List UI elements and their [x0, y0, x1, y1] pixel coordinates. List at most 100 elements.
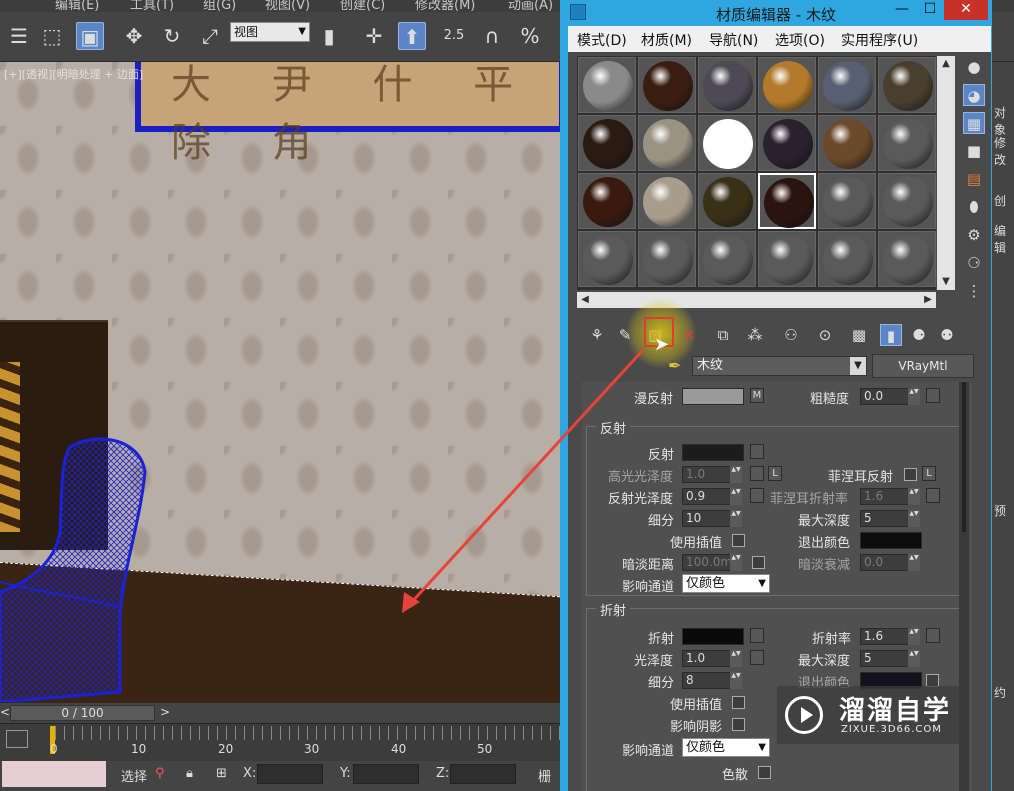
material-sample-slot[interactable] — [578, 115, 636, 171]
fresnel-ior-map-button[interactable] — [926, 488, 940, 503]
put-to-library-icon[interactable]: ⚇ — [780, 324, 802, 346]
move-icon[interactable]: ✥ — [120, 22, 148, 50]
refract-gloss-map-button[interactable] — [750, 650, 764, 665]
diffuse-color-swatch[interactable] — [682, 388, 744, 405]
menu-navigation[interactable]: 导航(N) — [709, 30, 758, 50]
select-by-material-icon[interactable]: ⚆ — [963, 252, 985, 274]
pick-from-object-icon[interactable]: ✒ — [668, 356, 681, 375]
menu-create[interactable]: 创建(C) — [340, 0, 385, 12]
refract-max-depth-spinner[interactable]: 5 — [860, 650, 920, 667]
material-sample-slot[interactable] — [638, 231, 696, 287]
prev-frame-button[interactable]: < — [0, 705, 10, 719]
reset-map-icon[interactable]: ✕ — [678, 324, 700, 346]
material-map-navigator-icon[interactable]: ⋮ — [963, 280, 985, 302]
menu-animation[interactable]: 动画(A) — [508, 0, 553, 12]
scroll-left-icon[interactable]: ◀ — [577, 292, 593, 308]
isolate-icon[interactable]: ⚲ — [155, 766, 165, 781]
material-name-field[interactable]: 木纹 ▼ — [692, 356, 867, 376]
angle-snap-icon[interactable]: ∩ — [478, 22, 506, 50]
material-sample-slot[interactable] — [758, 115, 816, 171]
absolute-mode-icon[interactable]: ⊞ — [216, 766, 227, 781]
dim-distance-spinner[interactable]: 100.0m — [682, 554, 742, 571]
material-sample-slot[interactable] — [878, 57, 936, 113]
refract-use-interp-checkbox[interactable] — [732, 696, 745, 709]
scroll-right-icon[interactable]: ▶ — [920, 292, 936, 308]
material-sample-slot[interactable] — [698, 231, 756, 287]
reference-coord-select[interactable]: 视图 ▼ — [230, 22, 310, 42]
dispersion-checkbox[interactable] — [758, 766, 771, 779]
reflect-subdivs-spinner[interactable]: 10 — [682, 510, 742, 527]
material-sample-slot[interactable] — [818, 115, 876, 171]
material-sample-slot[interactable] — [758, 173, 816, 229]
fresnel-lock-button[interactable]: L — [922, 466, 936, 481]
reflect-max-depth-spinner[interactable]: 5 — [860, 510, 920, 527]
hilight-lock-button[interactable]: L — [768, 466, 782, 481]
snap-toggle-icon[interactable]: 2.5 — [440, 22, 468, 50]
ior-spinner[interactable]: 1.6 — [860, 628, 920, 645]
track-bar[interactable]: 0 10 20 30 40 50 — [0, 723, 560, 761]
reflect-exit-color-swatch[interactable] — [860, 532, 922, 549]
menu-modes[interactable]: 模式(D) — [577, 30, 627, 50]
reflect-use-interp-checkbox[interactable] — [732, 534, 745, 547]
fresnel-reflections-checkbox[interactable] — [904, 468, 917, 481]
material-sample-slot[interactable] — [578, 173, 636, 229]
material-sample-slot[interactable] — [818, 57, 876, 113]
diffuse-map-button[interactable]: M — [750, 388, 764, 403]
material-sample-slot[interactable] — [878, 231, 936, 287]
dim-distance-checkbox[interactable] — [752, 556, 765, 569]
reflect-affect-channels-select[interactable]: 仅颜色 ▼ — [682, 574, 770, 593]
material-sample-slot[interactable] — [578, 231, 636, 287]
material-sample-slot[interactable] — [578, 57, 636, 113]
refract-affect-channels-select[interactable]: 仅颜色 ▼ — [682, 738, 770, 757]
show-shaded-material-icon[interactable]: ▩ — [848, 324, 870, 346]
menu-options[interactable]: 选项(O) — [775, 30, 825, 50]
go-to-parent-icon[interactable]: ⚈ — [908, 324, 930, 346]
chevron-down-icon[interactable]: ▼ — [850, 357, 866, 375]
material-sample-slot[interactable] — [878, 115, 936, 171]
perspective-viewport[interactable]: 大 尹 什 平 除 角 [+][透视][明暗处理 + 边面] — [0, 62, 560, 703]
close-icon[interactable]: ✕ — [944, 0, 988, 20]
rotate-icon[interactable]: ↻ — [158, 22, 186, 50]
go-forward-sibling-icon[interactable]: ⚉ — [936, 324, 958, 346]
maxscript-listener[interactable] — [2, 761, 106, 787]
hilight-map-button[interactable] — [750, 466, 764, 481]
window-crossing-icon[interactable]: ▣ — [76, 22, 104, 50]
material-sample-slot[interactable] — [698, 115, 756, 171]
menu-utilities[interactable]: 实用程序(U) — [841, 30, 918, 50]
material-sample-slot[interactable] — [638, 57, 696, 113]
material-sample-slot[interactable] — [818, 231, 876, 287]
menu-edit[interactable]: 编辑(E) — [55, 0, 99, 12]
slots-horizontal-scrollbar[interactable]: ◀ ▶ — [577, 292, 936, 308]
pivot-icon[interactable]: ▮ — [315, 22, 343, 50]
y-coordinate-field[interactable] — [353, 764, 419, 784]
make-unique-icon[interactable]: ⁂ — [744, 324, 766, 346]
menu-material[interactable]: 材质(M) — [641, 30, 692, 50]
menu-tools[interactable]: 工具(T) — [130, 0, 174, 12]
material-sample-slot[interactable] — [818, 173, 876, 229]
material-sample-slot[interactable] — [758, 231, 816, 287]
dim-falloff-spinner[interactable]: 0.0 — [860, 554, 920, 571]
reflect-map-button[interactable] — [750, 444, 764, 459]
scroll-down-icon[interactable]: ▼ — [937, 274, 955, 290]
select-by-name-icon[interactable]: ☰ — [5, 22, 33, 50]
reflect-color-swatch[interactable] — [682, 444, 744, 461]
background-icon[interactable]: ▦ — [963, 112, 985, 134]
roughness-spinner[interactable]: 0.0 — [860, 388, 920, 405]
reflect-glossiness-spinner[interactable]: 0.9 — [682, 488, 742, 505]
material-type-button[interactable]: VRayMtl — [872, 354, 974, 378]
affect-shadows-checkbox[interactable] — [732, 718, 745, 731]
scale-icon[interactable]: ⤢ — [196, 22, 224, 50]
video-color-check-icon[interactable]: ▤ — [963, 168, 985, 190]
material-sample-slot[interactable] — [758, 57, 816, 113]
material-sample-slot[interactable] — [698, 173, 756, 229]
time-slider[interactable]: 0 / 100 — [10, 705, 155, 721]
material-sample-slot[interactable] — [698, 57, 756, 113]
refract-color-swatch[interactable] — [682, 628, 744, 645]
sample-type-icon[interactable]: ● — [963, 56, 985, 78]
options-icon[interactable]: ⚙ — [963, 224, 985, 246]
refract-subdivs-spinner[interactable]: 8 — [682, 672, 742, 689]
show-end-result-icon[interactable]: ▮ — [880, 324, 902, 346]
menu-modifiers[interactable]: 修改器(M) — [415, 0, 475, 12]
params-scrollbar[interactable] — [959, 382, 969, 791]
x-coordinate-field[interactable] — [257, 764, 323, 784]
